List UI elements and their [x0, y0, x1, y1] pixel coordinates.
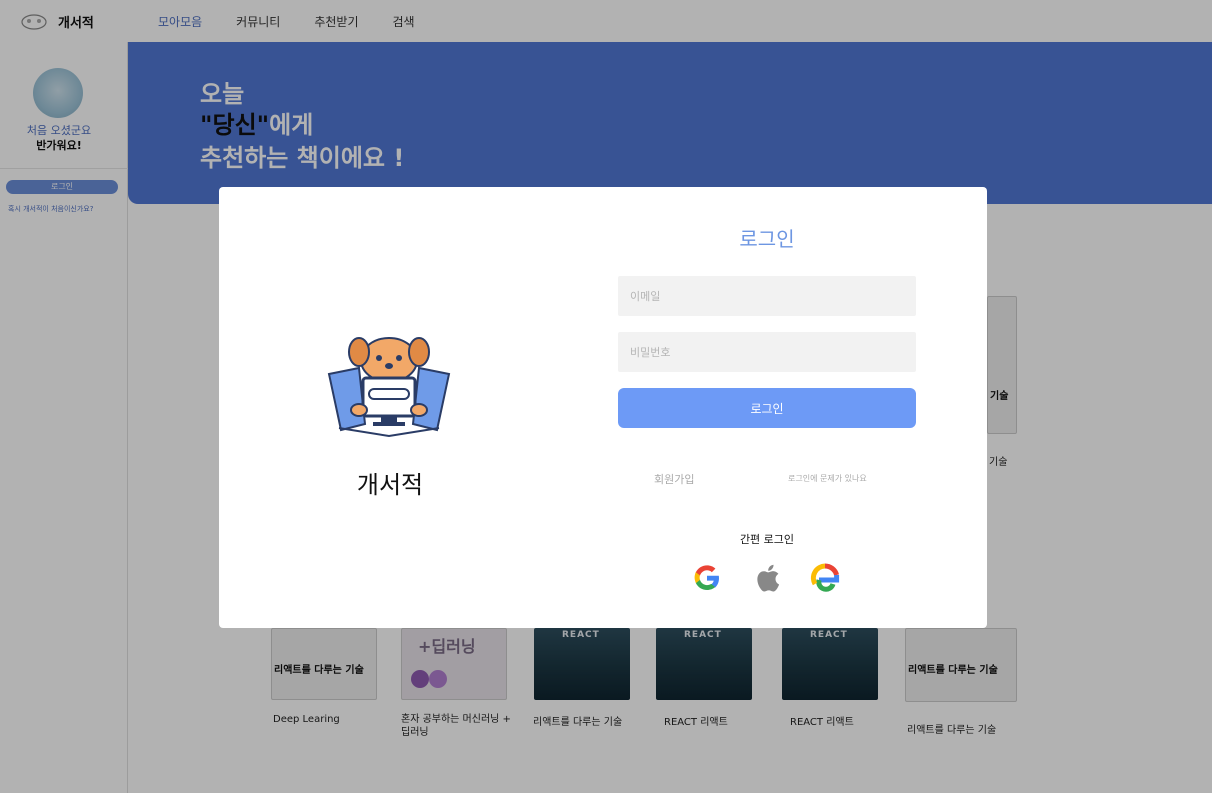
google-login-button[interactable]	[689, 560, 725, 596]
email-input[interactable]	[618, 276, 916, 316]
signup-link[interactable]: 회원가입	[654, 471, 694, 487]
password-input[interactable]	[618, 332, 916, 372]
edge-login-button[interactable]	[807, 560, 843, 596]
apple-login-button[interactable]	[748, 560, 784, 596]
google-icon	[694, 565, 719, 590]
modal-brand-name: 개서적	[356, 471, 424, 499]
login-help-link[interactable]: 로그인에 문제가 있나요	[788, 473, 867, 484]
login-title: 로그인	[739, 227, 795, 251]
edge-icon	[810, 563, 840, 592]
dog-mascot-icon	[327, 337, 451, 438]
login-button[interactable]: 로그인	[618, 388, 916, 428]
apple-icon	[757, 564, 780, 592]
login-modal: 개서적 로그인 로그인 회원가입 로그인에 문제가 있나요 간편 로그인	[219, 187, 987, 628]
simple-login-label: 간편 로그인	[739, 533, 795, 546]
